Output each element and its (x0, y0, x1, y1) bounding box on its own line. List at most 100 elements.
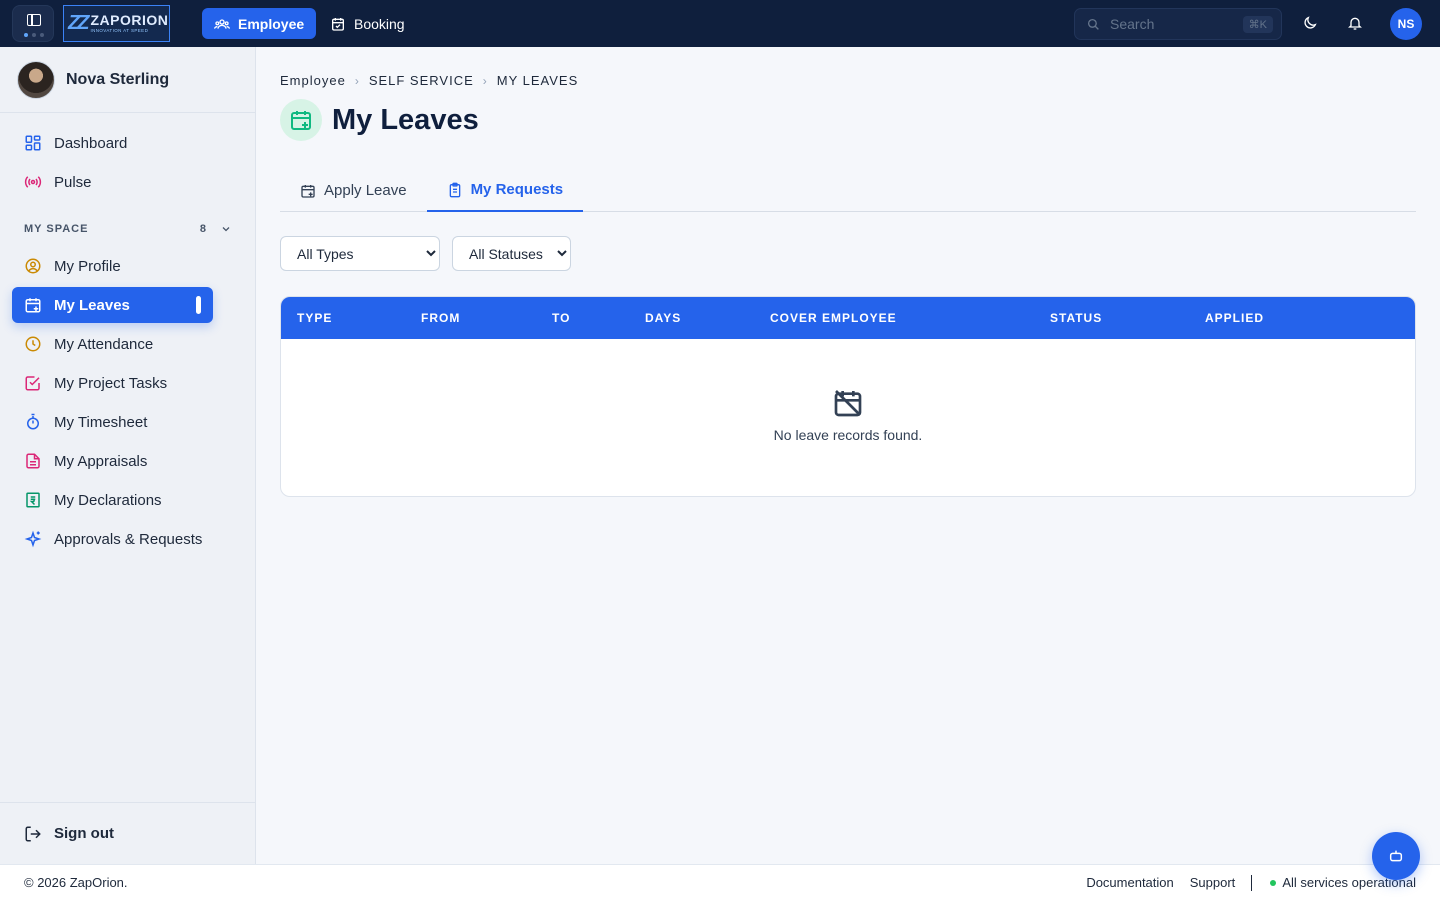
user-circle-icon (25, 258, 41, 274)
notifications-button[interactable] (1345, 13, 1365, 33)
breadcrumb-item-employee[interactable]: Employee (280, 73, 346, 88)
nav-employee-button[interactable]: Employee (202, 8, 317, 39)
empty-state-message: No leave records found. (773, 427, 923, 443)
chevron-down-icon (222, 227, 230, 232)
users-icon (214, 18, 230, 29)
tab-label: My Requests (470, 181, 564, 198)
sidebar-item-pulse[interactable]: Pulse (12, 164, 244, 200)
sidebar-item-label: My Profile (54, 257, 121, 275)
nav-booking-button[interactable]: Booking (318, 8, 417, 39)
calendar-plus-icon (301, 184, 315, 198)
copyright: © 2026 ZapOrion. (24, 875, 128, 890)
sidebar-item-label: My Timesheet (54, 413, 148, 431)
sign-out-label: Sign out (54, 825, 114, 842)
sidebar-icon (27, 14, 41, 26)
type-filter-select[interactable]: All Types (280, 236, 440, 271)
breadcrumb-item-self-service[interactable]: SELF SERVICE (369, 73, 474, 88)
sidebar-user[interactable]: Nova Sterling (0, 47, 255, 113)
sidebar-item-label: My Attendance (54, 335, 154, 353)
rupee-receipt-icon (26, 492, 40, 508)
column-header-cover-employee[interactable]: COVER EMPLOYEE (770, 311, 897, 325)
documentation-link[interactable]: Documentation (1086, 875, 1173, 890)
sidebar-toggle-button[interactable] (12, 5, 54, 42)
search-box[interactable]: ⌘K (1074, 8, 1282, 40)
empty-state: No leave records found. (281, 387, 1415, 443)
clock-icon (25, 336, 41, 352)
breadcrumb-item-my-leaves: MY LEAVES (496, 73, 579, 88)
column-header-to[interactable]: TO (552, 311, 570, 325)
column-header-days[interactable]: DAYS (645, 311, 681, 325)
primary-menu: Dashboard Pulse (12, 125, 244, 203)
sidebar-item-label: My Declarations (54, 491, 162, 509)
status-filter-select[interactable]: All Statuses (452, 236, 571, 271)
column-header-type[interactable]: TYPE (297, 311, 332, 325)
tab-apply-leave[interactable]: Apply Leave (280, 169, 427, 212)
tab-my-requests[interactable]: My Requests (426, 169, 584, 212)
nav-employee-label: Employee (238, 15, 305, 32)
search-input[interactable] (1110, 16, 1230, 32)
sign-out-button[interactable]: Sign out (0, 802, 255, 864)
sidebar-item-my-appraisals[interactable]: My Appraisals (12, 443, 244, 479)
page-icon (280, 99, 322, 141)
footer-links: Documentation Support All services opera… (1070, 874, 1416, 891)
support-link[interactable]: Support (1190, 875, 1236, 890)
avatar (17, 60, 55, 99)
section-count-badge: 8 (199, 223, 206, 235)
brand-logo[interactable]: ZZ ZAPORION INNOVATION AT SPEED (63, 5, 170, 42)
sidebar-item-my-attendance[interactable]: My Attendance (12, 326, 244, 362)
assistant-chat-button[interactable] (1372, 832, 1420, 880)
user-avatar-button[interactable]: NS (1390, 8, 1422, 40)
chevron-right-icon: › (354, 73, 360, 88)
brand-tagline: INNOVATION AT SPEED (90, 28, 149, 34)
top-bar: ZZ ZAPORION INNOVATION AT SPEED Employee… (0, 0, 1440, 47)
bot-icon (1389, 850, 1403, 862)
sidebar-item-my-profile[interactable]: My Profile (12, 248, 244, 284)
table-header: TYPE FROM TO DAYS COVER EMPLOYEE STATUS … (281, 297, 1415, 339)
document-icon (26, 453, 40, 469)
column-header-status[interactable]: STATUS (1050, 311, 1102, 325)
calendar-off-icon (834, 390, 862, 417)
page-header: My Leaves (280, 99, 479, 141)
sidebar-item-my-declarations[interactable]: My Declarations (12, 482, 244, 518)
footer-divider (1251, 874, 1253, 891)
sparkles-icon (24, 530, 42, 548)
active-indicator (196, 296, 201, 314)
sidebar-item-approvals-requests[interactable]: Approvals & Requests (12, 521, 244, 557)
column-header-from[interactable]: FROM (421, 311, 460, 325)
footer: © 2026 ZapOrion. Documentation Support A… (0, 864, 1440, 900)
calendar-plus-icon (25, 298, 41, 313)
sidebar-item-label: My Project Tasks (54, 374, 168, 392)
sidebar-item-my-leaves[interactable]: My Leaves (12, 287, 213, 323)
sidebar-item-label: My Appraisals (54, 452, 148, 470)
sidebar-item-label: Pulse (54, 173, 92, 191)
grid-icon (25, 135, 41, 151)
user-name: Nova Sterling (66, 70, 170, 88)
theme-toggle-button[interactable] (1300, 13, 1320, 33)
leave-requests-table: TYPE FROM TO DAYS COVER EMPLOYEE STATUS … (280, 296, 1416, 497)
sidebar-item-dashboard[interactable]: Dashboard (12, 125, 244, 161)
brand-name: ZAPORION (90, 12, 169, 29)
clipboard-icon (449, 182, 460, 197)
sidebar-item-my-project-tasks[interactable]: My Project Tasks (12, 365, 244, 401)
column-header-applied[interactable]: APPLIED (1205, 311, 1264, 325)
sidebar-item-my-timesheet[interactable]: My Timesheet (12, 404, 244, 440)
logo-mark-icon: ZZ (68, 12, 90, 34)
calendar-plus-icon (291, 111, 311, 130)
broadcast-icon (24, 176, 42, 188)
calendar-check-icon (332, 17, 344, 31)
section-my-space-toggle[interactable]: MY SPACE 8 (24, 223, 232, 235)
sidebar-item-label: Dashboard (54, 134, 128, 152)
logout-icon (25, 826, 41, 841)
page-title: My Leaves (332, 103, 479, 136)
search-shortcut-hint: ⌘K (1242, 15, 1273, 33)
moon-icon (1304, 16, 1317, 29)
my-space-menu: My Profile My Leaves My Attendance My Pr… (12, 248, 244, 560)
nav-booking-label: Booking (354, 15, 405, 32)
bell-icon (1348, 17, 1362, 30)
main-content: Employee › SELF SERVICE › MY LEAVES My L… (256, 47, 1440, 864)
sidebar-item-label: Approvals & Requests (54, 530, 203, 548)
breadcrumb: Employee › SELF SERVICE › MY LEAVES (280, 73, 578, 88)
sidebar-item-label: My Leaves (54, 296, 130, 314)
chevron-right-icon: › (482, 73, 488, 88)
section-title: MY SPACE (24, 223, 89, 235)
